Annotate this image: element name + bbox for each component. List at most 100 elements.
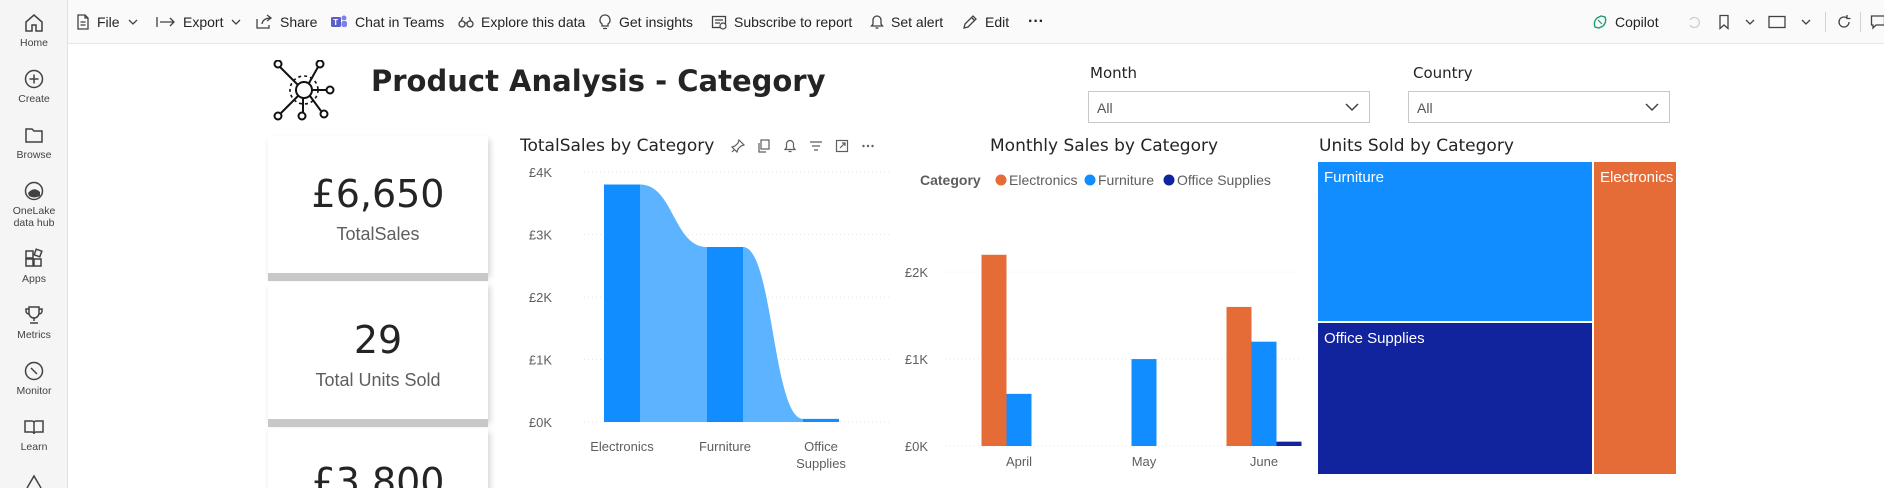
month-slicer-value: All	[1097, 100, 1113, 116]
rail-label: Learn	[20, 441, 48, 453]
chevron-down-icon	[128, 19, 138, 25]
rail-item-learn[interactable]: Learn	[0, 416, 68, 453]
lightbulb-icon	[599, 14, 611, 30]
bookmark-button[interactable]	[1718, 0, 1755, 44]
y-tick-label: £1K	[905, 352, 928, 367]
treemap-tile-electronics	[1594, 162, 1676, 474]
onelake-icon	[24, 181, 44, 201]
month-slicer-dropdown[interactable]: All	[1088, 91, 1370, 123]
y-tick-label: £0K	[529, 415, 552, 430]
monitor-icon	[24, 361, 44, 381]
more-label: ···	[1028, 13, 1044, 30]
explore-label: Explore this data	[481, 14, 586, 30]
chevron-down-icon	[1345, 103, 1359, 112]
rail-item-browse[interactable]: Browse	[0, 124, 68, 161]
kpi-card-total-units[interactable]: 29 Total Units Sold	[268, 282, 488, 420]
kpi-label: TotalSales	[336, 224, 420, 244]
undo-icon	[1689, 16, 1700, 29]
rail-item-partial[interactable]	[0, 470, 68, 488]
edit-button[interactable]: Edit	[962, 0, 1009, 44]
toolbar-divider	[1860, 12, 1861, 32]
ribbon-connector	[743, 247, 803, 422]
card-divider	[268, 419, 488, 427]
bar-furniture-may	[1131, 359, 1157, 446]
rail-item-home[interactable]: Home	[0, 12, 68, 49]
bar-furniture-april	[1006, 393, 1032, 446]
legend-marker	[995, 174, 1007, 186]
legend-label: Office Supplies	[1177, 172, 1271, 188]
bar-furniture	[707, 247, 743, 422]
copilot-button[interactable]: Copilot	[1592, 0, 1659, 44]
bar-electronics-june	[1226, 306, 1252, 446]
reset-button[interactable]	[1686, 0, 1709, 44]
legend-title: Category	[920, 172, 981, 188]
subscribe-button[interactable]: Subscribe to report	[711, 0, 852, 44]
subscribe-icon	[711, 15, 727, 30]
comment-icon	[1870, 15, 1884, 30]
comments-button[interactable]	[1870, 0, 1884, 44]
document-icon	[77, 14, 89, 30]
units-sold-treemap[interactable]: Furniture Office Supplies Electronics	[1318, 162, 1676, 474]
country-slicer-dropdown[interactable]: All	[1408, 91, 1670, 123]
bar-electronics-april	[981, 254, 1007, 446]
kpi-card-total-sales[interactable]: £6,650 TotalSales	[268, 136, 488, 274]
rail-label: Create	[18, 93, 50, 105]
toolbar-divider	[1825, 12, 1826, 32]
kpi-label: Total Units Sold	[315, 370, 441, 390]
set-alert-label: Set alert	[891, 14, 944, 30]
chat-in-teams-button[interactable]: T Chat in Teams	[330, 0, 444, 44]
rail-item-apps[interactable]: Apps	[0, 248, 68, 285]
bar-office-supplies	[803, 418, 839, 422]
apps-icon	[25, 248, 43, 267]
chevron-down-icon	[232, 19, 241, 25]
create-icon	[24, 69, 44, 89]
y-tick-label: £1K	[529, 353, 552, 368]
copilot-label: Copilot	[1615, 14, 1659, 30]
rail-item-monitor[interactable]: Monitor	[0, 360, 68, 397]
home-icon	[25, 14, 43, 32]
pin-icon[interactable]	[731, 139, 745, 153]
get-insights-button[interactable]: Get insights	[598, 0, 693, 44]
export-menu-button[interactable]: Export	[156, 0, 241, 44]
totalsales-by-category-chart[interactable]: £0K £1K £2K £3K £4K Electronics Furniture Offic…	[518, 160, 894, 476]
units-sold-title: Units Sold by Category	[1319, 136, 1514, 156]
more-options-button[interactable]: ···	[1028, 0, 1044, 44]
report-toolbar: File Export Share T Chat in Teams Explor…	[68, 0, 1884, 44]
card-divider	[268, 273, 488, 281]
rail-item-create[interactable]: Create	[0, 68, 68, 105]
file-menu-button[interactable]: File	[76, 0, 138, 44]
view-button[interactable]	[1768, 0, 1811, 44]
rail-item-onelake[interactable]: OneLake data hub	[0, 180, 68, 229]
set-alert-button[interactable]: Set alert	[870, 0, 943, 44]
insights-label: Get insights	[619, 14, 693, 30]
edit-label: Edit	[985, 14, 1010, 30]
bell-icon[interactable]	[783, 139, 797, 153]
rail-label: Home	[19, 37, 48, 49]
focus-mode-icon[interactable]	[835, 139, 849, 153]
rail-label: Metrics	[17, 329, 51, 341]
refresh-button[interactable]	[1836, 0, 1859, 44]
rail-label-2: data hub	[13, 217, 55, 229]
more-options-icon[interactable]	[861, 139, 875, 153]
rail-item-metrics[interactable]: Metrics	[0, 304, 68, 341]
y-tick-label: £0K	[905, 439, 928, 454]
left-nav-rail: Home Create Browse OneLake data hub Apps…	[0, 0, 68, 488]
bell-icon	[870, 15, 884, 29]
y-tick-label: £2K	[529, 290, 552, 305]
ribbon-chart-title: TotalSales by Category	[520, 136, 715, 156]
copy-icon[interactable]	[757, 139, 771, 153]
share-button[interactable]: Share	[255, 0, 317, 44]
y-tick-label: £2K	[905, 265, 928, 280]
explore-data-button[interactable]: Explore this data	[458, 0, 585, 44]
kpi-card-third[interactable]: £3,800	[268, 428, 488, 488]
treemap-label: Furniture	[1324, 169, 1384, 186]
share-icon	[256, 14, 273, 29]
filter-icon[interactable]	[809, 139, 823, 153]
x-tick-label: Supplies	[796, 456, 846, 471]
ribbon-connector	[640, 184, 707, 422]
browse-icon	[25, 128, 43, 143]
kpi-value: 29	[353, 318, 403, 362]
subscribe-label: Subscribe to report	[734, 14, 853, 30]
monthly-sales-by-category-chart[interactable]: Category Electronics Furniture Office Suppl…	[900, 160, 1310, 480]
partial-icon	[26, 474, 42, 488]
